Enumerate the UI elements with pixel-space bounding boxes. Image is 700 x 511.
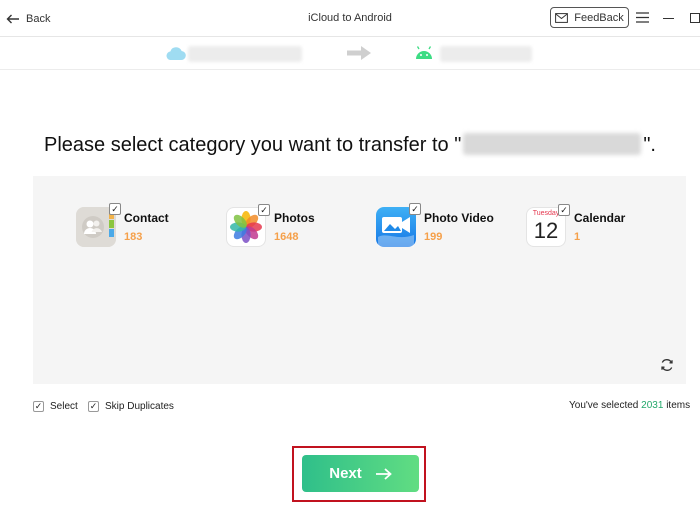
selected-count: 2031 [641,400,664,411]
maximize-icon[interactable] [690,13,700,23]
checkbox-checked[interactable]: ✓ [33,400,44,412]
category-photos[interactable]: ✓ Photos 1648 [226,204,315,249]
selection-summary: You've selected 2031 items [569,400,690,411]
calendar-icon: Tuesday 12 ✓ [526,204,570,247]
skip-duplicates-label: Skip Duplicates [105,400,174,412]
select-all-label: Select [50,400,78,412]
mail-icon [555,12,569,23]
device-name-redacted [463,133,642,155]
category-count: 183 [124,231,143,243]
summary-suffix: items [666,400,691,411]
android-icon [416,46,432,59]
transfer-arrow-icon [347,46,371,60]
category-name: Photo Video [424,211,494,225]
category-photo-video[interactable]: ✓ Photo Video 199 [376,203,494,249]
category-name: Calendar [574,211,626,225]
menu-icon[interactable] [636,12,649,23]
contact-checkbox[interactable]: ✓ [109,203,121,215]
contacts-icon: ✓ [76,203,121,247]
page-title-suffix: ". [643,134,656,156]
category-contact[interactable]: ✓ Contact 183 [76,203,169,249]
category-count: 199 [424,231,443,243]
source-account-redacted [188,46,302,62]
page-title: Please select category you want to trans… [0,133,700,157]
next-button[interactable]: Next [302,455,419,492]
photos-checkbox[interactable]: ✓ [258,204,270,216]
calendar-checkbox[interactable]: ✓ [558,204,570,216]
page-title-prefix: Please select category you want to trans… [44,134,462,156]
calendar-date: 12 [533,218,559,243]
skip-duplicates-checkbox[interactable]: ✓ Skip Duplicates [88,399,174,413]
minimize-icon[interactable] [663,18,674,19]
category-name: Contact [124,211,169,225]
category-count: 1 [574,231,581,243]
category-name: Photos [274,211,315,225]
select-all-checkbox[interactable]: ✓ Select [33,399,78,413]
feedback-label: FeedBack [574,11,624,24]
summary-prefix: You've selected [569,400,639,411]
refresh-icon[interactable] [660,358,674,372]
category-count: 1648 [274,231,299,243]
photo-video-icon: ✓ [376,203,421,247]
target-device-redacted [440,46,532,62]
arrow-right-icon [375,467,392,480]
photo-video-checkbox[interactable]: ✓ [409,203,421,215]
icloud-icon [166,47,186,61]
feedback-button[interactable]: FeedBack [550,7,629,28]
next-label: Next [329,465,362,482]
category-calendar[interactable]: Tuesday 12 ✓ Calendar 1 [526,204,626,249]
photos-icon: ✓ [226,204,270,247]
checkbox-checked[interactable]: ✓ [88,400,99,412]
